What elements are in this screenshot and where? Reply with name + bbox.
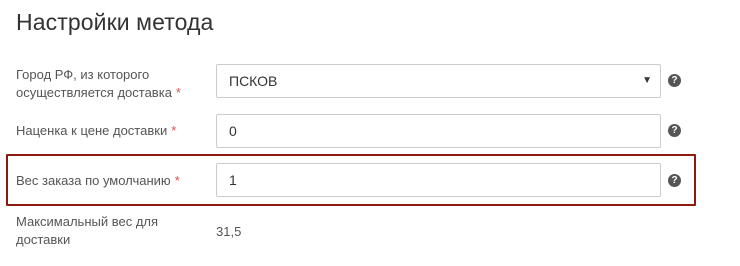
weight-label-text: Вес заказа по умолчанию [16,173,171,188]
markup-input[interactable]: 0 [216,114,661,148]
question-circle-icon[interactable]: ? [668,74,681,87]
method-settings-panel: Настройки метода Город РФ, из которого о… [0,0,740,266]
required-marker: * [175,85,181,100]
city-label-text: Город РФ, из которого осуществляется дос… [16,67,172,100]
markup-label-text: Наценка к цене доставки [16,123,168,138]
max-weight-label: Максимальный вес для доставки [16,214,159,247]
city-select-value: ПСКОВ [229,73,278,89]
city-select[interactable]: ПСКОВ ▼ [216,64,661,98]
required-marker: * [174,173,180,188]
weight-label: Вес заказа по умолчанию * [16,172,206,190]
max-weight-value: 31,5 [216,224,242,239]
required-marker: * [171,123,177,138]
chevron-down-icon: ▼ [642,75,652,86]
weight-input[interactable]: 1 [216,163,661,197]
section-title: Настройки метода [16,9,214,35]
city-label: Город РФ, из которого осуществляется дос… [16,66,206,102]
question-circle-icon[interactable]: ? [668,174,681,187]
question-circle-icon[interactable]: ? [668,124,681,137]
markup-label: Наценка к цене доставки * [16,122,206,140]
